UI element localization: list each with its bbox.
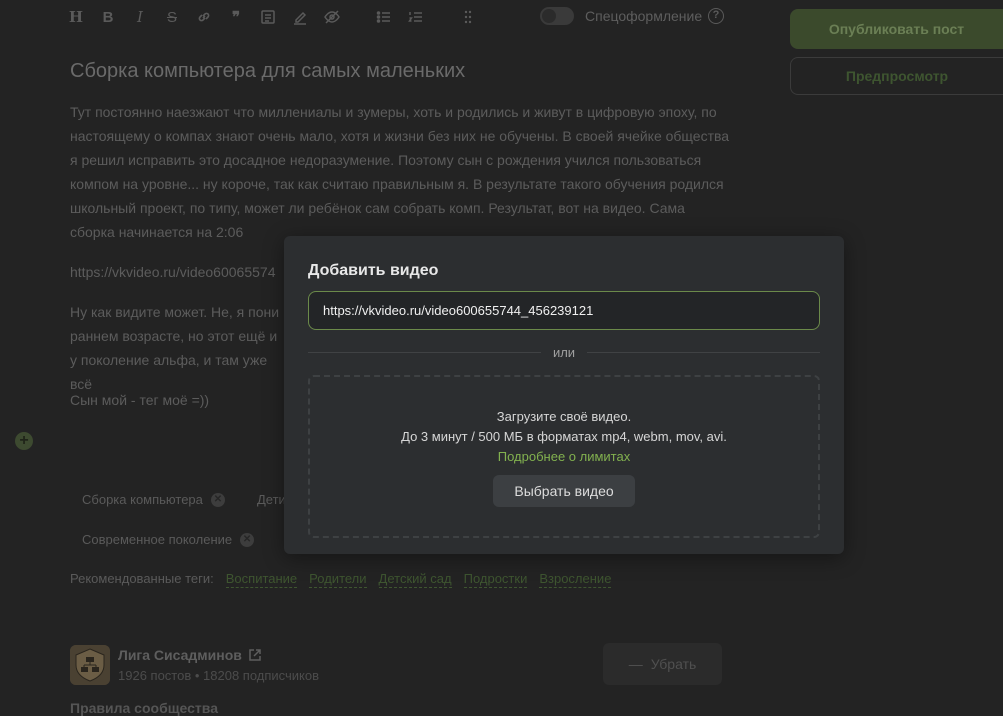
publish-button[interactable]: Опубликовать пост bbox=[790, 9, 1003, 49]
tag-chip: Дети bbox=[257, 492, 286, 507]
hide-icon[interactable] bbox=[316, 6, 348, 28]
bold-icon[interactable]: B bbox=[92, 6, 124, 28]
toggle-knob bbox=[542, 9, 556, 23]
remove-community-button[interactable]: — Убрать bbox=[603, 643, 722, 685]
remove-tag-icon[interactable]: ✕ bbox=[240, 532, 255, 547]
add-video-modal: Добавить видео или Загрузите своё видео.… bbox=[284, 236, 844, 554]
minus-icon: — bbox=[628, 656, 643, 672]
recommended-tag[interactable]: Детский сад bbox=[378, 571, 452, 588]
help-icon[interactable]: ? bbox=[708, 8, 724, 24]
upload-dropzone[interactable]: Загрузите своё видео. До 3 минут / 500 М… bbox=[308, 375, 820, 538]
tag-label: Сборка компьютера bbox=[82, 492, 203, 507]
or-label: или bbox=[540, 345, 588, 360]
numbered-list-icon[interactable] bbox=[400, 6, 432, 28]
recommended-tags: Рекомендованные теги: Воспитание Родител… bbox=[70, 571, 612, 588]
recommended-tag[interactable]: Подростки bbox=[463, 571, 528, 588]
limits-link[interactable]: Подробнее о лимитах bbox=[310, 449, 818, 464]
spec-format-label: Спецоформление bbox=[585, 8, 703, 24]
video-url-input[interactable] bbox=[308, 291, 820, 330]
add-block-button[interactable]: + bbox=[15, 432, 33, 450]
upload-limits: До 3 минут / 500 МБ в форматах mp4, webm… bbox=[401, 429, 727, 444]
post-paragraph[interactable]: Ну как видите может. Не, я пони раннем в… bbox=[70, 300, 285, 396]
quote-icon[interactable]: ❞ bbox=[220, 6, 252, 28]
community-rules-heading: Правила сообщества bbox=[70, 700, 218, 716]
link-icon[interactable] bbox=[188, 6, 220, 28]
strikethrough-icon[interactable]: S bbox=[156, 6, 188, 28]
code-block-icon[interactable] bbox=[252, 6, 284, 28]
remove-tag-icon[interactable]: ✕ bbox=[210, 492, 225, 507]
external-link-icon[interactable] bbox=[248, 648, 262, 662]
post-paragraph[interactable]: Тут постоянно наезжают что миллениалы и … bbox=[70, 100, 730, 244]
tag-chip: Современное поколение ✕ bbox=[82, 532, 255, 547]
tag-chip: Сборка компьютера ✕ bbox=[82, 492, 225, 507]
or-separator: или bbox=[284, 344, 844, 362]
preview-button[interactable]: Предпросмотр bbox=[790, 57, 1003, 95]
community-name[interactable]: Лига Сисадминов bbox=[118, 647, 262, 663]
heading-icon[interactable]: H bbox=[60, 6, 92, 28]
italic-icon[interactable]: I bbox=[124, 6, 156, 28]
modal-title: Добавить видео bbox=[308, 262, 439, 279]
post-title[interactable]: Сборка компьютера для самых маленьких bbox=[70, 60, 465, 83]
marker-icon[interactable] bbox=[284, 6, 316, 28]
recommended-tag[interactable]: Взросление bbox=[539, 571, 612, 588]
community-avatar[interactable] bbox=[70, 645, 110, 685]
drag-handle-icon[interactable] bbox=[452, 6, 484, 28]
upload-instructions: Загрузите своё видео. bbox=[496, 409, 632, 424]
community-stats: 1926 постов • 18208 подписчиков bbox=[118, 668, 320, 683]
spec-format-toggle[interactable] bbox=[540, 7, 574, 25]
recommended-tag[interactable]: Родители bbox=[309, 571, 367, 588]
tag-label: Дети bbox=[257, 492, 286, 507]
bullet-list-icon[interactable] bbox=[368, 6, 400, 28]
remove-label: Убрать bbox=[650, 656, 697, 672]
tag-label: Современное поколение bbox=[82, 532, 233, 547]
recommended-tag[interactable]: Воспитание bbox=[225, 571, 298, 588]
recommended-tags-label: Рекомендованные теги: bbox=[70, 571, 214, 586]
community-name-text: Лига Сисадминов bbox=[118, 647, 242, 663]
editor-toolbar: H B I S ❞ bbox=[60, 6, 484, 28]
choose-video-button[interactable]: Выбрать видео bbox=[493, 475, 635, 507]
